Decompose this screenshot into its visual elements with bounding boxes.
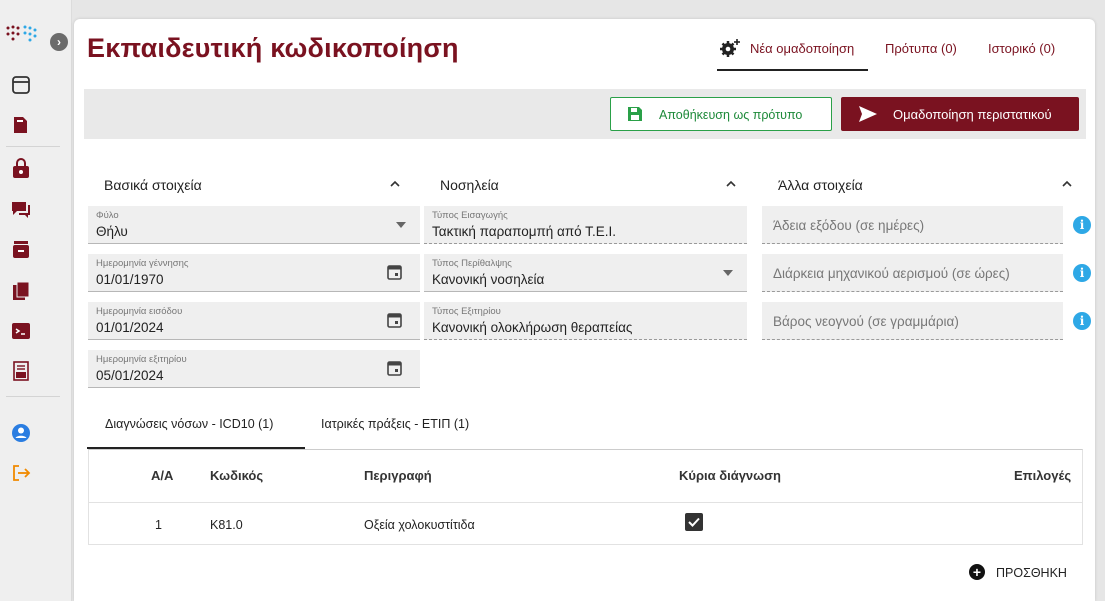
- sidebar-item-logout-icon[interactable]: [10, 462, 32, 484]
- leave-days-input[interactable]: Άδεια εξόδου (σε ημέρες): [762, 206, 1063, 244]
- field-placeholder: Άδεια εξόδου (σε ημέρες): [773, 218, 925, 233]
- ventilation-hours-input[interactable]: Διάρκεια μηχανικού αερισμού (σε ώρες): [762, 254, 1063, 292]
- primary-diagnosis-checkbox[interactable]: [685, 513, 703, 531]
- field-label: Ημερομηνία εξιτηρίου: [96, 354, 187, 365]
- sidebar-separator: [6, 146, 60, 147]
- sidebar-item-coding-icon[interactable]: [10, 360, 32, 382]
- chevron-up-icon[interactable]: [724, 177, 738, 191]
- info-icon[interactable]: i: [1073, 216, 1091, 234]
- sidebar-item-documents-icon[interactable]: [10, 280, 32, 302]
- row-description: Οξεία χολοκυστίτιδα: [364, 518, 475, 532]
- care-type-select[interactable]: Τύπος Περίθαλψης Κανονική νοσηλεία: [424, 254, 747, 292]
- field-label: Τύπος Περίθαλψης: [432, 258, 512, 269]
- admission-type-field[interactable]: Τύπος Εισαγωγής Τακτική παραπομπή από Τ.…: [424, 206, 747, 244]
- calendar-icon[interactable]: [387, 312, 402, 328]
- field-value: Τακτική παραπομπή από Τ.Ε.Ι.: [432, 224, 616, 239]
- dropdown-arrow-icon: [396, 222, 406, 228]
- sidebar-item-user-icon[interactable]: [10, 422, 32, 444]
- discharge-type-field[interactable]: Τύπος Εξιτηρίου Κανονική ολοκλήρωση θερα…: [424, 302, 747, 340]
- row-code: K81.0: [210, 518, 243, 532]
- section-basic-title: Βασικά στοιχεία: [104, 177, 202, 193]
- field-value: Κανονική νοσηλεία: [432, 272, 545, 287]
- gender-select[interactable]: Φύλο Θήλυ: [88, 206, 420, 244]
- gear-icon: [720, 39, 740, 57]
- field-value: 05/01/2024: [96, 368, 164, 383]
- section-other-title: Άλλα στοιχεία: [778, 177, 863, 193]
- add-icon[interactable]: +: [969, 564, 985, 580]
- field-label: Τύπος Εξιτηρίου: [432, 306, 501, 317]
- tab-diagnoses[interactable]: Διαγνώσεις νόσων - ICD10 (1): [105, 417, 273, 431]
- main-card: Εκπαιδευτική κωδικοποίηση Νέα ομαδοποίησ…: [74, 19, 1095, 601]
- calendar-icon[interactable]: [387, 264, 402, 280]
- column-header-code: Κωδικός: [210, 468, 264, 483]
- divider: [89, 502, 1082, 503]
- column-header-options: Επιλογές: [1014, 468, 1072, 483]
- row-aa: 1: [155, 518, 162, 532]
- column-header-aa: Α/Α: [151, 468, 174, 483]
- save-template-button[interactable]: Αποθήκευση ως πρότυπο: [610, 97, 832, 131]
- tab-new-grouping[interactable]: Νέα ομαδοποίηση: [750, 41, 854, 56]
- field-placeholder: Βάρος νεογνού (σε γραμμάρια): [773, 314, 959, 329]
- sidebar-collapse-button[interactable]: ›: [50, 33, 68, 51]
- active-tab-indicator: [717, 69, 868, 71]
- field-label: Τύπος Εισαγωγής: [432, 210, 508, 221]
- send-icon: [859, 106, 877, 122]
- sidebar-item-chat-icon[interactable]: [10, 198, 32, 220]
- info-icon[interactable]: i: [1073, 264, 1091, 282]
- newborn-weight-input[interactable]: Βάρος νεογνού (σε γραμμάρια): [762, 302, 1063, 340]
- sidebar-item-lock-icon[interactable]: [10, 158, 32, 180]
- tab-history[interactable]: Ιστορικό (0): [988, 41, 1055, 56]
- sidebar: ›: [0, 0, 72, 601]
- tab-procedures[interactable]: Ιατρικές πράξεις - ΕΤΙΠ (1): [321, 417, 469, 431]
- add-button[interactable]: ΠΡΟΣΘΗΚΗ: [996, 566, 1067, 580]
- field-value: 01/01/1970: [96, 272, 164, 287]
- page-title: Εκπαιδευτική κωδικοποίηση: [87, 33, 459, 63]
- sidebar-item-terminal-icon[interactable]: [10, 320, 32, 342]
- calendar-icon[interactable]: [387, 360, 402, 376]
- admission-date-field[interactable]: Ημερομηνία εισόδου 01/01/2024: [88, 302, 420, 340]
- save-template-label: Αποθήκευση ως πρότυπο: [659, 108, 803, 122]
- sidebar-item-folder-icon[interactable]: [10, 114, 32, 136]
- sidebar-item-archive-icon[interactable]: [10, 238, 32, 260]
- field-label: Ημερομηνία γέννησης: [96, 258, 189, 269]
- info-icon[interactable]: i: [1073, 312, 1091, 330]
- field-label: Ημερομηνία εισόδου: [96, 306, 183, 317]
- field-value: Κανονική ολοκλήρωση θεραπείας: [432, 320, 633, 335]
- field-value: Θήλυ: [96, 224, 128, 239]
- action-toolbar: Αποθήκευση ως πρότυπο Ομαδοποίηση περιστ…: [84, 89, 1086, 139]
- diagnoses-table: Α/Α Κωδικός Περιγραφή Κύρια διάγνωση Επι…: [88, 449, 1083, 545]
- field-label: Φύλο: [96, 210, 119, 221]
- section-hospitalization-title: Νοσηλεία: [440, 177, 499, 193]
- group-case-button[interactable]: Ομαδοποίηση περιστατικού: [841, 97, 1079, 131]
- chevron-up-icon[interactable]: [1060, 177, 1074, 191]
- column-header-primary: Κύρια διάγνωση: [679, 468, 781, 483]
- birth-date-field[interactable]: Ημερομηνία γέννησης 01/01/1970: [88, 254, 420, 292]
- app-logo-icon: [6, 25, 37, 42]
- field-placeholder: Διάρκεια μηχανικού αερισμού (σε ώρες): [773, 266, 1010, 281]
- sidebar-item-dashboard-icon[interactable]: [10, 74, 32, 96]
- column-header-description: Περιγραφή: [364, 468, 432, 483]
- sidebar-separator: [6, 396, 60, 397]
- floppy-disk-icon: [628, 107, 642, 121]
- dropdown-arrow-icon: [723, 270, 733, 276]
- discharge-date-field[interactable]: Ημερομηνία εξιτηρίου 05/01/2024: [88, 350, 420, 388]
- field-value: 01/01/2024: [96, 320, 164, 335]
- chevron-up-icon[interactable]: [388, 177, 402, 191]
- tab-templates[interactable]: Πρότυπα (0): [885, 41, 957, 56]
- group-case-label: Ομαδοποίηση περιστατικού: [893, 107, 1052, 122]
